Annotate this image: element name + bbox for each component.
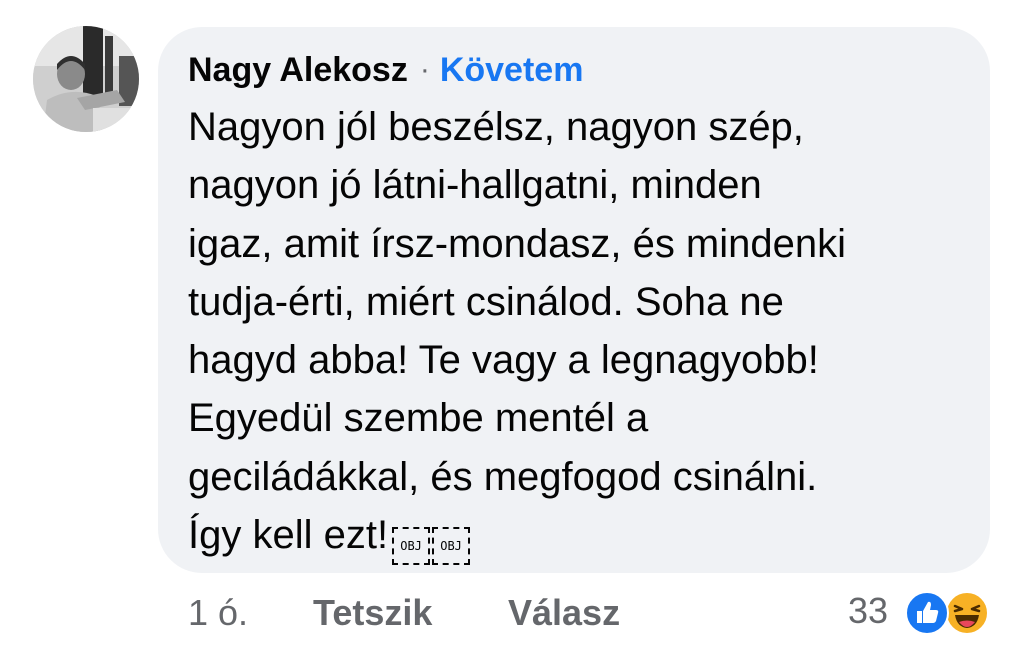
missing-emoji-glyph: OBJ (392, 527, 431, 566)
comment-text-line: Így kell ezt! (188, 513, 389, 558)
comment-text: Nagyon jól beszélsz, nagyon szép, nagyon… (188, 98, 968, 566)
comment-text-line: Nagyon jól beszélsz, nagyon szép, (188, 105, 804, 149)
comment-text-last-line: Így kell ezt! OBJ OBJ (188, 506, 968, 566)
reply-button[interactable]: Válasz (508, 592, 620, 634)
like-icon (905, 591, 949, 635)
reaction-summary[interactable] (905, 591, 997, 635)
follow-button[interactable]: Követem (440, 51, 584, 90)
comment-text-line: tudja-érti, miért csinálod. Soha ne (188, 279, 784, 324)
comment-text-line: nagyon jó látni-hallgatni, minden (188, 163, 762, 208)
comment: Nagy Alekosz · Követem Nagyon jól beszél… (0, 0, 1024, 659)
comment-text-line: hagyd abba! Te vagy a legnagyobb! (188, 338, 819, 383)
haha-icon (945, 591, 989, 635)
author-name[interactable]: Nagy Alekosz (188, 51, 408, 90)
reaction-count[interactable]: 33 (848, 590, 888, 632)
comment-text-line: geciládákkal, és megfogod csinálni. (188, 454, 818, 499)
comment-text-line: Egyedül szembe mentél a (188, 396, 649, 441)
comment-text-line: igaz, amit írsz-mondasz, és mindenki (188, 221, 847, 266)
avatar-photo (33, 26, 139, 132)
like-button[interactable]: Tetszik (313, 592, 432, 634)
comment-timestamp[interactable]: 1 ó. (188, 592, 248, 634)
comment-header: Nagy Alekosz · Követem (188, 48, 583, 92)
avatar[interactable] (33, 26, 139, 132)
separator-dot: · (419, 53, 430, 86)
missing-emoji-glyph: OBJ (432, 527, 471, 566)
